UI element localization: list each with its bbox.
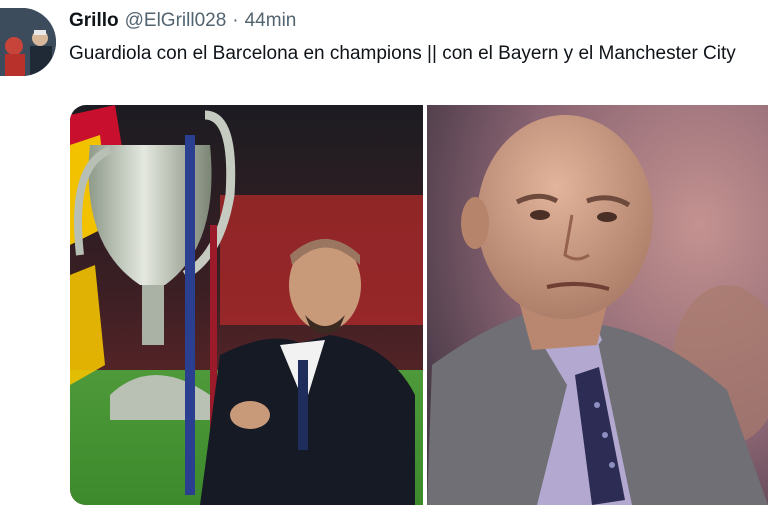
tweet-text: Guardiola con el Barcelona en champions … xyxy=(69,43,736,64)
tweet[interactable]: Grillo @ElGrill028 · 44min Guardiola con… xyxy=(0,0,768,512)
tweet-header: Grillo @ElGrill028 · 44min xyxy=(69,10,296,34)
photo-coach-with-trophy-icon xyxy=(70,105,423,505)
media-photo-right[interactable] xyxy=(427,105,768,505)
media-photo-left[interactable] xyxy=(70,105,423,505)
timestamp[interactable]: 44min xyxy=(245,10,297,32)
tweet-media xyxy=(70,105,768,505)
display-name[interactable]: Grillo xyxy=(69,10,119,32)
photo-bald-man-in-suit-icon xyxy=(427,105,768,505)
avatar[interactable] xyxy=(0,8,56,76)
separator-dot: · xyxy=(232,10,239,31)
user-handle[interactable]: @ElGrill028 xyxy=(125,10,227,32)
avatar-image-icon xyxy=(0,8,56,76)
